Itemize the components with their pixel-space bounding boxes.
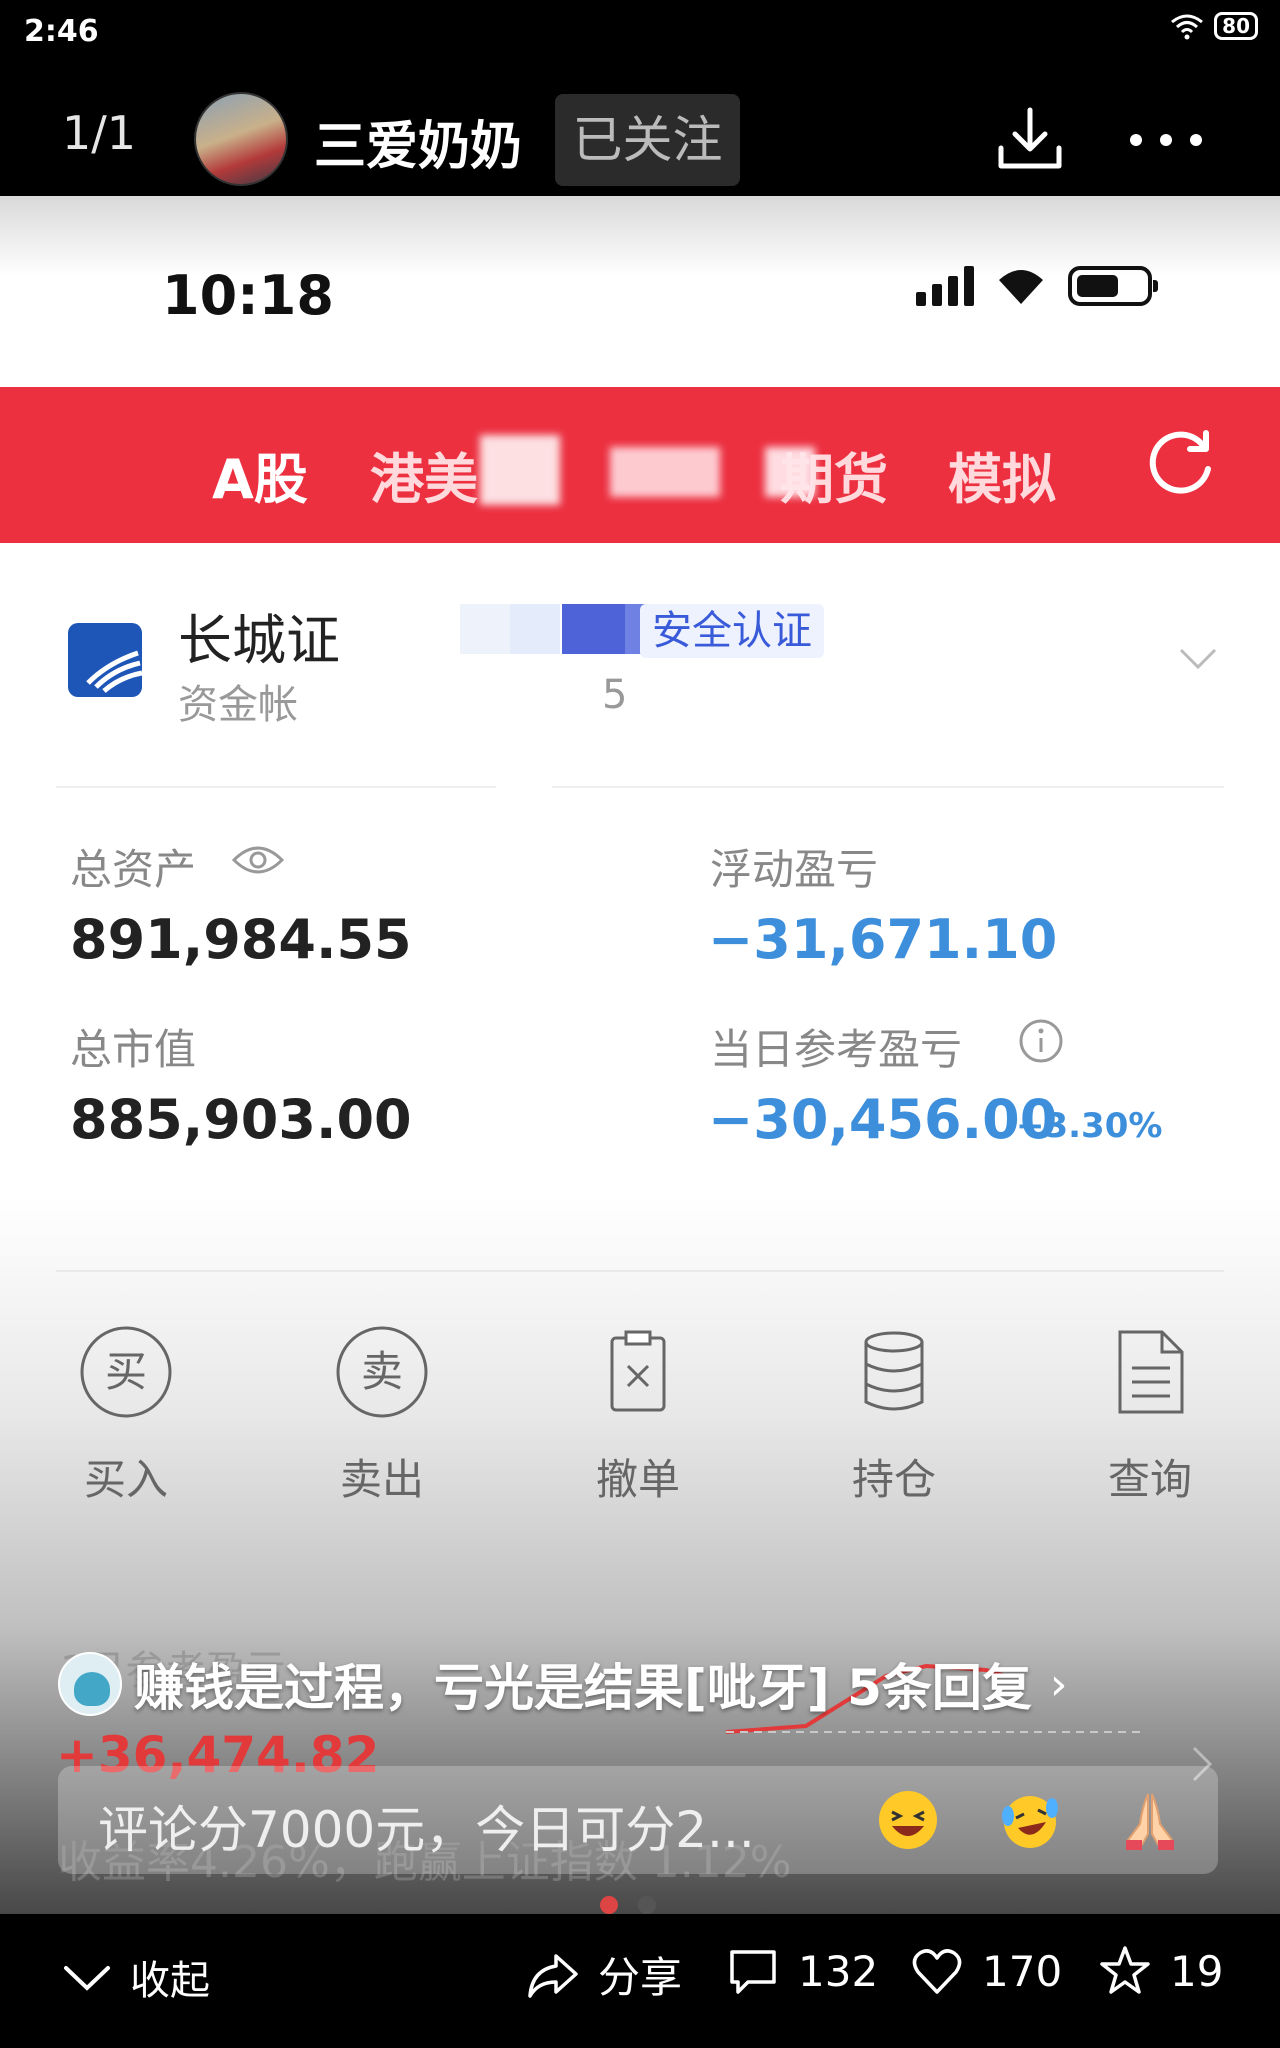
- commenter-avatar[interactable]: [58, 1652, 122, 1716]
- likes-count: 170: [982, 1946, 1063, 1996]
- broker-name[interactable]: 长城证: [178, 596, 340, 675]
- comment-text: 赚钱是过程，亏光是结果[呲牙] 5条回复: [134, 1659, 1032, 1717]
- account-number-tail: 5: [602, 672, 628, 718]
- bottom-action-bar: 收起 分享 132 170 19: [0, 1914, 1280, 2048]
- author-name[interactable]: 三爱奶奶: [314, 104, 522, 179]
- comments-count: 132: [798, 1946, 879, 1996]
- account-label: 资金帐: [178, 682, 298, 728]
- os-clock: 2:46: [24, 14, 99, 49]
- comments-button[interactable]: 132: [726, 1944, 878, 1998]
- query-icon: [1118, 1330, 1184, 1414]
- heart-icon: [912, 1949, 962, 1994]
- refresh-icon[interactable]: [1146, 425, 1218, 497]
- tab-hk-us[interactable]: 港美: [370, 435, 478, 514]
- tab-a-shares[interactable]: A股: [212, 435, 308, 514]
- floating-pnl-value: −31,671.10: [708, 908, 1058, 971]
- buy-label: 买入: [83, 1455, 168, 1504]
- author-avatar[interactable]: [194, 92, 288, 186]
- grinning-emoji[interactable]: [876, 1788, 940, 1852]
- star-icon: [1100, 1946, 1150, 1994]
- market-tab-bar: A股 港美 期货 模拟: [0, 387, 1280, 543]
- comment-placeholder: 评论分7000元，今日可分2...: [98, 1801, 755, 1859]
- total-assets-label: 总资产: [70, 845, 197, 894]
- favorite-button[interactable]: 19: [1098, 1944, 1223, 1998]
- obscured-region: [610, 447, 720, 497]
- query-label: 查询: [1107, 1455, 1192, 1504]
- page-indicator: [600, 1896, 656, 1914]
- share-button[interactable]: 分享: [526, 1944, 682, 2005]
- share-label: 分享: [598, 1953, 683, 2002]
- follow-button[interactable]: 已关注: [555, 94, 740, 186]
- security-badge[interactable]: 安全认证: [640, 604, 824, 658]
- os-status-icons: 80: [1170, 12, 1258, 40]
- laughing-tears-emoji[interactable]: [998, 1788, 1062, 1852]
- comment-icon: [730, 1950, 776, 1994]
- cellular-signal-icon: [916, 266, 974, 306]
- positions-button[interactable]: 持仓: [814, 1324, 974, 1507]
- download-icon[interactable]: [995, 104, 1065, 174]
- obscured-region: [480, 435, 560, 505]
- collapse-label: 收起: [130, 1958, 210, 2004]
- sell-glyph: 卖: [361, 1347, 403, 1396]
- top-comment[interactable]: 赚钱是过程，亏光是结果[呲牙] 5条回复 ›: [58, 1648, 1068, 1720]
- inner-wifi-icon: [999, 270, 1043, 304]
- info-icon[interactable]: [1018, 1018, 1064, 1064]
- comment-input[interactable]: 评论分7000元，今日可分2...: [58, 1766, 1218, 1874]
- cancel-order-label: 撤单: [595, 1455, 680, 1504]
- market-value-label: 总市值: [70, 1025, 197, 1074]
- wifi-icon: [1171, 14, 1204, 40]
- post-header: 1/1 三爱奶奶 已关注: [0, 64, 1280, 196]
- favorites-count: 19: [1170, 1946, 1224, 1996]
- buy-icon: 买: [80, 1326, 172, 1418]
- buy-button[interactable]: 买 买入: [46, 1324, 206, 1507]
- image-counter: 1/1: [62, 106, 137, 160]
- praying-hands-emoji[interactable]: [1118, 1788, 1182, 1852]
- inner-battery-icon: [1068, 266, 1158, 306]
- chevron-right-icon: ›: [1049, 1658, 1068, 1710]
- more-options-icon[interactable]: [1130, 134, 1202, 146]
- sell-button[interactable]: 卖 卖出: [302, 1324, 462, 1507]
- sell-label: 卖出: [339, 1455, 424, 1504]
- inner-status-time: 10:18: [162, 264, 334, 327]
- like-button[interactable]: 170: [910, 1944, 1062, 1998]
- collapse-button[interactable]: 收起: [62, 1948, 210, 2006]
- inner-status-icons: [916, 266, 1158, 306]
- battery-indicator: 80: [1214, 12, 1258, 40]
- floating-pnl-label: 浮动盈亏: [710, 845, 879, 894]
- daily-pnl-percent: −3.30%: [1016, 1106, 1163, 1146]
- obscured-region: [765, 447, 815, 497]
- positions-icon: [864, 1331, 924, 1411]
- query-button[interactable]: 查询: [1070, 1324, 1230, 1507]
- eye-icon[interactable]: [232, 844, 284, 876]
- daily-pnl-value: −30,456.00: [708, 1088, 1058, 1151]
- market-value: 885,903.00: [70, 1088, 412, 1151]
- chevron-down-icon[interactable]: [1178, 646, 1218, 672]
- sell-icon: 卖: [336, 1326, 428, 1418]
- tab-simulation[interactable]: 模拟: [948, 435, 1056, 514]
- chevron-down-icon: [64, 1966, 110, 1991]
- positions-label: 持仓: [851, 1455, 936, 1504]
- broker-logo: [68, 623, 142, 697]
- os-status-bar: 2:46 80: [0, 0, 1280, 64]
- daily-pnl-label: 当日参考盈亏: [710, 1025, 963, 1074]
- cancel-order-icon: [610, 1330, 666, 1412]
- share-icon: [528, 1953, 578, 1998]
- cancel-order-button[interactable]: 撤单: [558, 1324, 718, 1507]
- buy-glyph: 买: [105, 1347, 147, 1396]
- total-assets-value: 891,984.55: [70, 908, 412, 971]
